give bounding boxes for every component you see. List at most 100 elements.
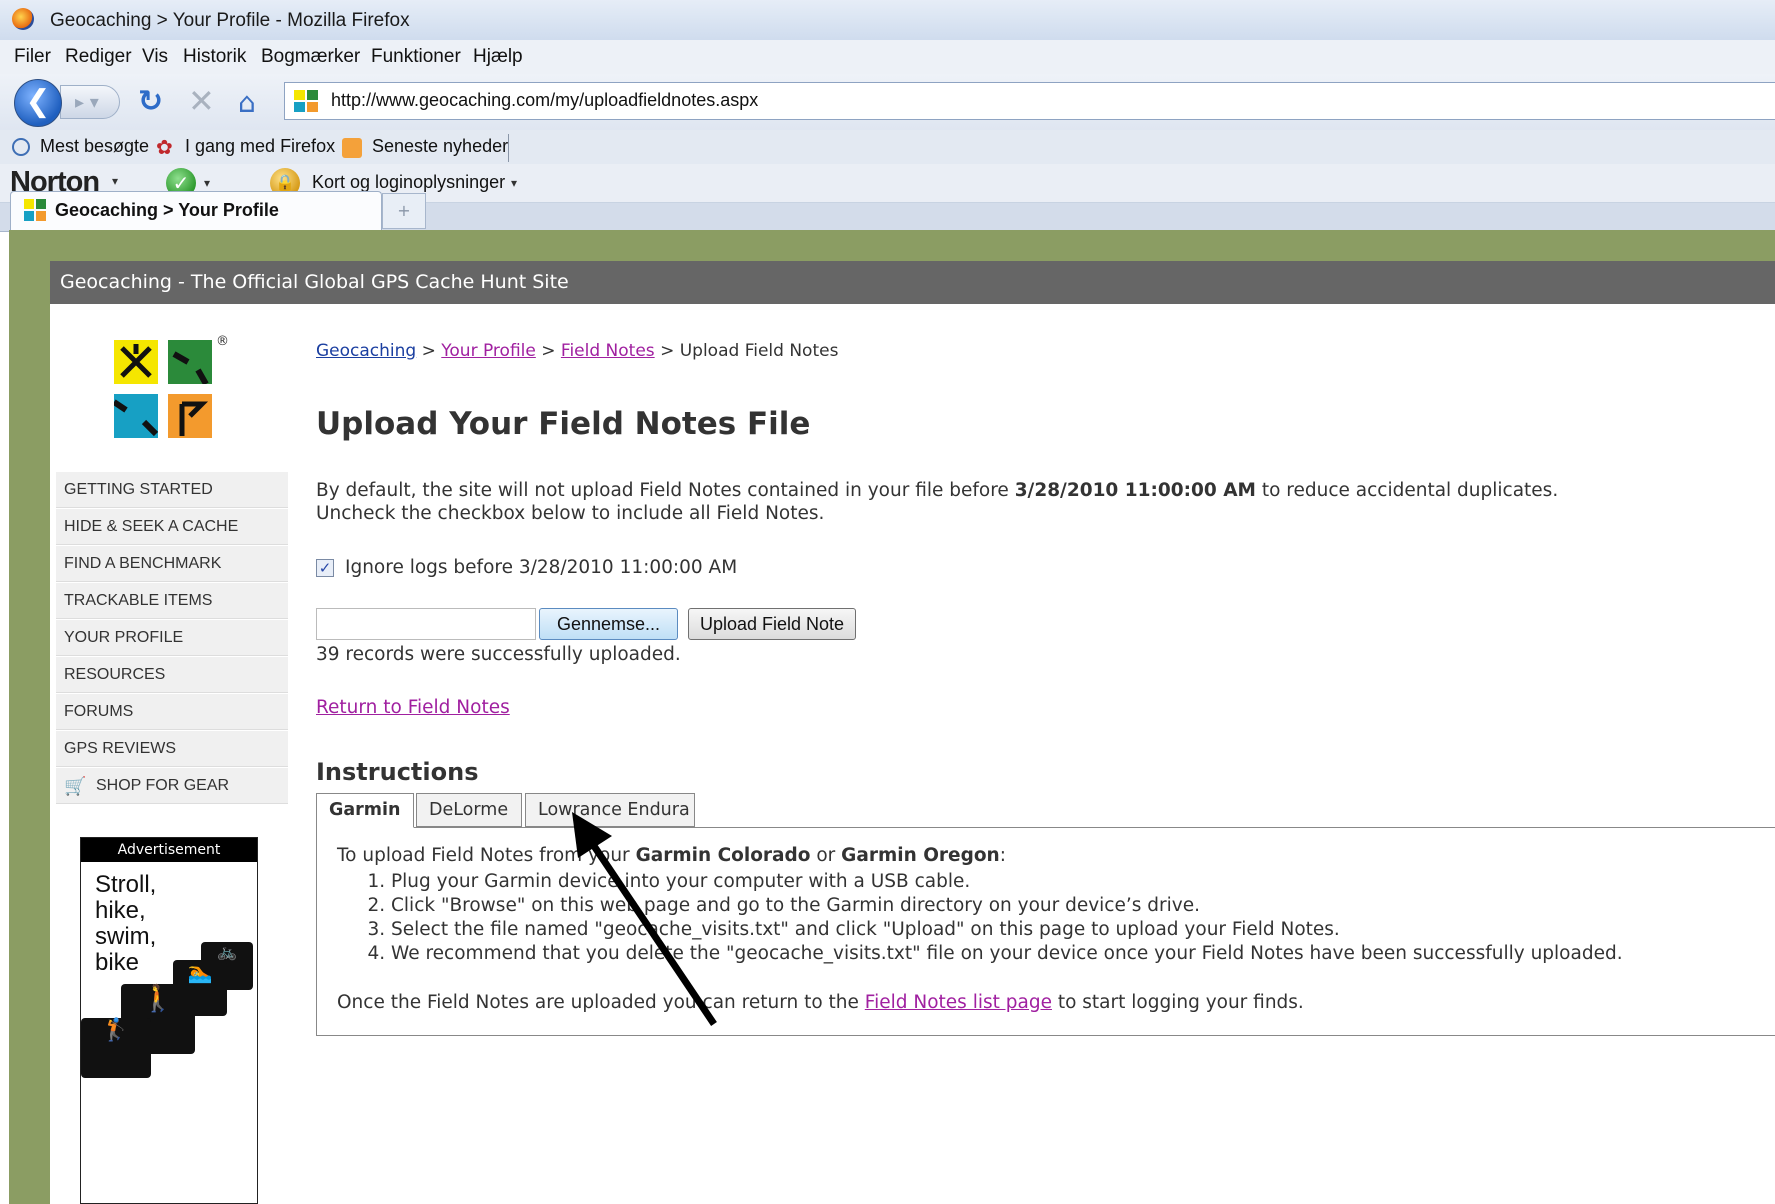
ignore-logs-checkbox[interactable]: ✓ — [316, 559, 334, 577]
window-title: Geocaching > Your Profile - Mozilla Fire… — [50, 10, 410, 31]
tab-label[interactable]: Geocaching > Your Profile — [55, 200, 279, 221]
tab-lowrance-endura[interactable]: Lowrance Endura — [525, 793, 695, 827]
instruction-step: Select the file named "geocache_visits.t… — [391, 918, 1623, 942]
instructions-panel: To upload Field Notes from your Garmin C… — [316, 827, 1775, 1036]
instructions-heading: Instructions — [316, 758, 479, 786]
advertisement-text: Stroll, hike, swim, bike — [95, 871, 157, 976]
registered-mark: ® — [216, 334, 229, 349]
logo-blue-square — [112, 394, 159, 438]
navigation-toolbar: ▸ ▾ ❮ ↻ ✕ ⌂ http://www.geocaching.com/my… — [0, 74, 1775, 130]
upload-status: 39 records were successfully uploaded. — [316, 644, 681, 665]
chevron-down-icon[interactable]: ▾ — [204, 176, 210, 190]
outro-text: Once the Field Notes are uploaded you ca… — [337, 992, 865, 1013]
outro-text: to start logging your finds. — [1051, 992, 1304, 1013]
device-name: Garmin Colorado — [635, 845, 811, 866]
bookmark-most-visited[interactable]: Mest besøgte — [40, 136, 149, 157]
file-path-input[interactable] — [316, 608, 536, 640]
page-background: Geocaching - The Official Global GPS Cac… — [9, 230, 1775, 1204]
instruction-step: We recommend that you delete the "geocac… — [391, 942, 1623, 966]
logo-orange-square — [168, 394, 212, 438]
menu-rediger[interactable]: Rediger — [65, 46, 132, 68]
home-icon[interactable]: ⌂ — [238, 86, 256, 119]
menu-filer[interactable]: Filer — [14, 46, 51, 68]
instruction-step: Plug your Garmin device into your comput… — [391, 870, 1623, 894]
tab-delorme[interactable]: DeLorme — [416, 793, 522, 827]
menu-funktioner[interactable]: Funktioner — [371, 46, 461, 68]
most-visited-icon — [12, 138, 30, 156]
page-content: ® GETTING STARTED HIDE & SEEK A CACHE FI… — [50, 304, 1775, 1204]
instructions-tabs: Garmin DeLorme Lowrance Endura — [316, 793, 1775, 828]
sidebar-item-gps-reviews[interactable]: GPS REVIEWS — [56, 731, 288, 767]
firefox-icon — [12, 8, 34, 30]
instruction-step: Click "Browse" on this web page and go t… — [391, 894, 1623, 918]
return-to-field-notes-link[interactable]: Return to Field Notes — [316, 697, 510, 718]
intro-text: To upload Field Notes from your — [337, 845, 636, 866]
intro-text: or — [810, 845, 842, 866]
breadcrumb-separator: > — [541, 341, 556, 361]
intro-text: : — [999, 845, 1006, 866]
instructions-steps: Plug your Garmin device into your comput… — [365, 870, 1623, 966]
bookmarks-toolbar: Mest besøgte ✿ I gang med Firefox Senest… — [0, 130, 1775, 164]
sidebar-item-hide-seek[interactable]: HIDE & SEEK A CACHE — [56, 509, 288, 545]
rss-feed-icon — [342, 138, 362, 158]
site-favicon-icon — [24, 199, 46, 221]
new-tab-button[interactable]: + — [382, 193, 426, 229]
breadcrumb-separator: > — [421, 341, 436, 361]
norton-cards-logins[interactable]: Kort og loginoplysninger — [312, 172, 505, 193]
shopping-cart-icon: 🛒 — [64, 776, 87, 796]
sidebar-item-resources[interactable]: RESOURCES — [56, 657, 288, 693]
bookmark-latest-news[interactable]: Seneste nyheder — [372, 136, 508, 157]
stop-icon[interactable]: ✕ — [188, 82, 215, 120]
breadcrumb-field-notes[interactable]: Field Notes — [561, 341, 655, 361]
site-header-title: Geocaching - The Official Global GPS Cac… — [60, 271, 569, 293]
device-name: Garmin Oregon — [841, 845, 1000, 866]
menu-bar: Filer Rediger Vis Historik Bogmærker Fun… — [0, 40, 1775, 74]
main-content: Geocaching > Your Profile > Field Notes … — [316, 304, 1775, 1204]
sidebar-item-your-profile[interactable]: YOUR PROFILE — [56, 620, 288, 656]
field-notes-list-link[interactable]: Field Notes list page — [865, 992, 1052, 1013]
firefox-start-icon: ✿ — [156, 135, 173, 159]
logo-yellow-square — [114, 340, 158, 384]
bookmark-getting-started[interactable]: I gang med Firefox — [185, 136, 335, 157]
site-header-bar: Geocaching - The Official Global GPS Cac… — [50, 261, 1775, 304]
tab-garmin[interactable]: Garmin — [316, 793, 414, 828]
breadcrumb-your-profile[interactable]: Your Profile — [441, 341, 536, 361]
tab-strip: Geocaching > Your Profile + — [0, 191, 1775, 232]
forward-button[interactable]: ▸ ▾ — [60, 85, 120, 119]
reload-icon[interactable]: ↻ — [138, 84, 163, 119]
site-favicon-icon — [294, 90, 318, 112]
address-bar[interactable]: http://www.geocaching.com/my/uploadfield… — [284, 82, 1775, 120]
sidebar-item-forums[interactable]: FORUMS — [56, 694, 288, 730]
breadcrumb-separator: > — [660, 341, 675, 361]
strolling-icon: 🏌 — [81, 1018, 151, 1078]
chevron-down-icon[interactable]: ▾ — [511, 176, 517, 190]
sidebar-item-getting-started[interactable]: GETTING STARTED — [56, 472, 288, 508]
upload-field-note-button[interactable]: Upload Field Note — [688, 608, 856, 640]
menu-vis[interactable]: Vis — [142, 46, 168, 68]
breadcrumb: Geocaching > Your Profile > Field Notes … — [316, 341, 838, 361]
sidebar-item-label: SHOP FOR GEAR — [96, 777, 230, 794]
geocaching-logo[interactable]: ® — [112, 334, 229, 440]
intro-text: By default, the site will not upload Fie… — [316, 480, 1015, 501]
intro-date: 3/28/2010 11:00:00 AM — [1014, 480, 1256, 501]
logo-green-square — [168, 340, 212, 386]
breadcrumb-geocaching[interactable]: Geocaching — [316, 341, 416, 361]
url-text[interactable]: http://www.geocaching.com/my/uploadfield… — [331, 90, 758, 111]
instructions-intro: To upload Field Notes from your Garmin C… — [337, 845, 1006, 866]
ignore-logs-label[interactable]: Ignore logs before 3/28/2010 11:00:00 AM — [345, 557, 737, 578]
browser-tab[interactable]: Geocaching > Your Profile — [10, 191, 382, 231]
chevron-down-icon[interactable]: ▾ — [112, 174, 118, 188]
back-button[interactable]: ❮ — [14, 79, 62, 127]
bookmark-separator — [508, 134, 509, 162]
browse-button[interactable]: Gennemse... — [539, 608, 678, 640]
sidebar-item-trackable[interactable]: TRACKABLE ITEMS — [56, 583, 288, 619]
menu-bogmaerker[interactable]: Bogmærker — [261, 46, 360, 68]
intro-paragraph: By default, the site will not upload Fie… — [316, 479, 1616, 525]
sidebar-item-shop[interactable]: 🛒 SHOP FOR GEAR — [56, 768, 288, 804]
menu-hjaelp[interactable]: Hjælp — [473, 46, 523, 68]
sidebar-item-benchmark[interactable]: FIND A BENCHMARK — [56, 546, 288, 582]
breadcrumb-current: Upload Field Notes — [679, 341, 839, 361]
menu-historik[interactable]: Historik — [183, 46, 246, 68]
advertisement[interactable]: Advertisement Stroll, hike, swim, bike 🚲… — [80, 837, 258, 1204]
instructions-outro: Once the Field Notes are uploaded you ca… — [337, 992, 1304, 1013]
